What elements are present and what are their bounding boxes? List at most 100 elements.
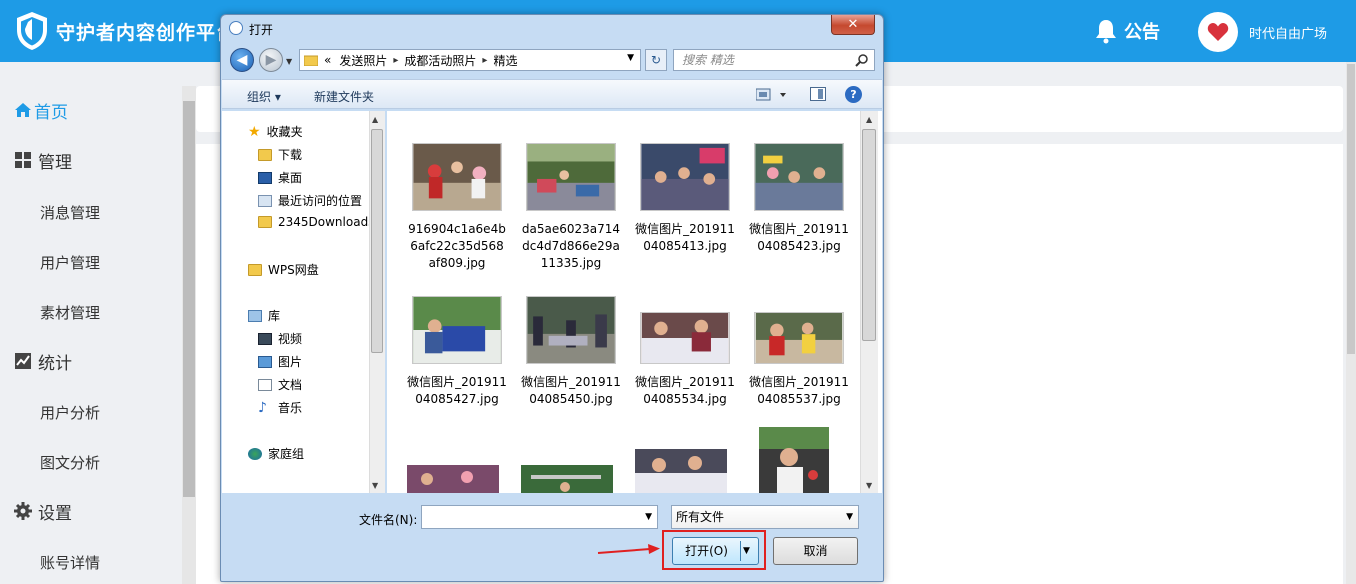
nav-scroll-thumb[interactable] xyxy=(371,129,383,353)
notice-label: 公告 xyxy=(1124,22,1160,43)
sidebar-item-account[interactable]: 账号详情 xyxy=(40,552,100,573)
nav-recent[interactable]: 最近访问的位置 xyxy=(258,192,362,209)
filetype-select[interactable]: 所有文件 ▼ xyxy=(671,505,859,529)
nav-videos[interactable]: 视频 xyxy=(258,330,302,347)
breadcrumb-chevron-icon[interactable]: ▸ xyxy=(482,55,487,66)
nav-scroll-down-icon[interactable]: ▼ xyxy=(372,481,378,490)
nav-wps-label: WPS网盘 xyxy=(268,263,319,277)
nav-scroll-up-icon[interactable]: ▲ xyxy=(372,115,378,124)
back-button[interactable]: ◀ xyxy=(230,48,254,72)
file-item[interactable]: 微信图片_20191104085537.jpg xyxy=(749,296,849,408)
navigation-pane: ★ 收藏夹 下载 桌面 最近访问的位置 2345Downloads WPS网盘 … xyxy=(222,111,385,493)
username[interactable]: 时代自由广场 xyxy=(1249,23,1327,42)
sidebar-label-settings: 设置 xyxy=(38,503,72,524)
close-button[interactable]: ✕ xyxy=(831,15,875,35)
sidebar-item-stats[interactable]: 统计 xyxy=(14,341,72,381)
nav-music[interactable]: ♪ 音乐 xyxy=(258,399,302,416)
dialog-app-icon xyxy=(229,21,243,35)
history-dropdown-icon[interactable]: ▼ xyxy=(286,57,292,66)
heart-icon xyxy=(1207,23,1229,41)
file-list: 916904c1a6e4b6afc22c35d568af809.jpg da5a… xyxy=(387,111,882,493)
address-bar[interactable]: « 发送照片 ▸ 成都活动照片 ▸ 精选 ▼ xyxy=(299,49,641,71)
forward-button[interactable]: ▶ xyxy=(259,48,283,72)
search-input[interactable]: 搜索 精选 xyxy=(673,49,875,71)
file-item[interactable]: da5ae6023a714dc4d7d866e29a11335.jpg xyxy=(521,143,621,272)
new-folder-button[interactable]: 新建文件夹 xyxy=(314,88,374,105)
open-file-dialog: 打开 ✕ ◀ ▶ ▼ « 发送照片 ▸ 成都活动照片 ▸ 精选 ▼ ↻ 搜索 精… xyxy=(220,14,884,582)
sidebar-item-article-analysis[interactable]: 图文分析 xyxy=(40,452,100,473)
nav-videos-label: 视频 xyxy=(278,332,303,346)
breadcrumb-item[interactable]: 成都活动照片 xyxy=(404,52,476,69)
address-dropdown-icon[interactable]: ▼ xyxy=(627,53,634,63)
pictures-icon xyxy=(258,355,272,368)
wps-folder-icon xyxy=(248,263,262,276)
main-scroll-thumb[interactable] xyxy=(1347,64,1355,354)
chart-icon xyxy=(15,353,31,369)
breadcrumb-chevron-icon[interactable]: ▸ xyxy=(393,55,398,66)
file-item[interactable]: 微信图片_20191104085413.jpg xyxy=(635,143,735,255)
nav-wps[interactable]: WPS网盘 xyxy=(248,261,319,278)
photo-thumbnail xyxy=(412,296,502,364)
sidebar-item-user-analysis[interactable]: 用户分析 xyxy=(40,402,100,423)
nav-favorites[interactable]: ★ 收藏夹 xyxy=(248,123,303,140)
photo-thumbnail[interactable] xyxy=(521,465,613,493)
file-name: 微信图片_20191104085427.jpg xyxy=(407,375,507,406)
nav-desktop[interactable]: 桌面 xyxy=(258,169,302,186)
sidebar-label-manage: 管理 xyxy=(38,152,72,173)
help-icon[interactable]: ? xyxy=(845,86,862,103)
file-item[interactable]: 微信图片_20191104085450.jpg xyxy=(521,296,621,408)
photo-thumbnail[interactable] xyxy=(635,449,727,493)
nav-documents-label: 文档 xyxy=(278,378,303,392)
nav-downloads[interactable]: 下载 xyxy=(258,146,302,163)
dialog-titlebar[interactable]: 打开 ✕ xyxy=(221,15,883,43)
nav-library-label: 库 xyxy=(268,309,281,323)
shield-logo-icon xyxy=(17,12,47,50)
dialog-toolbar: 组织 ▾ 新建文件夹 ? xyxy=(222,79,882,109)
filename-dropdown-icon[interactable]: ▼ xyxy=(645,512,652,522)
file-item[interactable]: 微信图片_20191104085423.jpg xyxy=(749,143,849,255)
nav-homegroup[interactable]: 家庭组 xyxy=(248,445,304,462)
sidebar-scroll-thumb[interactable] xyxy=(183,101,195,497)
file-item[interactable]: 微信图片_20191104085534.jpg xyxy=(635,296,735,408)
sidebar-item-users[interactable]: 用户管理 xyxy=(40,252,100,273)
filetype-dropdown-icon: ▼ xyxy=(846,512,853,522)
address-row: ◀ ▶ ▼ « 发送照片 ▸ 成都活动照片 ▸ 精选 ▼ ↻ 搜索 精选 xyxy=(221,45,883,75)
photo-thumbnail[interactable] xyxy=(759,427,829,493)
recent-places-icon xyxy=(258,194,272,207)
photo-thumbnail[interactable] xyxy=(407,465,499,493)
cancel-button[interactable]: 取消 xyxy=(773,537,858,565)
avatar[interactable] xyxy=(1198,12,1238,52)
file-item[interactable]: 微信图片_20191104085427.jpg xyxy=(407,296,507,408)
sidebar-item-messages[interactable]: 消息管理 xyxy=(40,202,100,223)
file-scroll-up-icon[interactable]: ▲ xyxy=(866,115,872,124)
nav-2345downloads[interactable]: 2345Downloads xyxy=(258,215,374,229)
file-scroll-down-icon[interactable]: ▼ xyxy=(866,481,872,490)
view-options-icon[interactable] xyxy=(756,88,796,102)
sidebar-item-manage[interactable]: 管理 xyxy=(14,140,72,180)
photo-thumbnail xyxy=(754,143,844,211)
refresh-button[interactable]: ↻ xyxy=(645,49,667,71)
file-name: 916904c1a6e4b6afc22c35d568af809.jpg xyxy=(408,222,506,270)
preview-pane-icon[interactable] xyxy=(810,87,826,101)
nav-pictures[interactable]: 图片 xyxy=(258,353,302,370)
photo-thumbnail xyxy=(640,312,730,364)
filename-label: 文件名(N): xyxy=(359,513,418,527)
nav-library[interactable]: 库 xyxy=(248,307,280,324)
sidebar-label-home: 首页 xyxy=(34,102,68,123)
nav-music-label: 音乐 xyxy=(278,401,303,415)
sidebar-item-home[interactable]: 首页 xyxy=(14,90,68,130)
breadcrumb-item[interactable]: 发送照片 xyxy=(339,52,387,69)
video-icon xyxy=(258,332,272,345)
breadcrumb-item[interactable]: 精选 xyxy=(493,52,517,69)
search-icon[interactable] xyxy=(855,53,869,67)
breadcrumb-overflow[interactable]: « xyxy=(324,53,331,67)
filename-input[interactable]: ▼ xyxy=(421,505,658,529)
notice-button[interactable]: 公告 xyxy=(1094,18,1160,44)
file-list-scroll-thumb[interactable] xyxy=(862,129,876,341)
file-item[interactable]: 916904c1a6e4b6afc22c35d568af809.jpg xyxy=(407,143,507,272)
organize-button[interactable]: 组织 ▾ xyxy=(247,88,281,105)
nav-documents[interactable]: 文档 xyxy=(258,376,302,393)
sidebar-item-settings[interactable]: 设置 xyxy=(14,491,72,531)
sidebar-item-materials[interactable]: 素材管理 xyxy=(40,302,100,323)
nav-downloads-label: 下载 xyxy=(278,148,303,162)
